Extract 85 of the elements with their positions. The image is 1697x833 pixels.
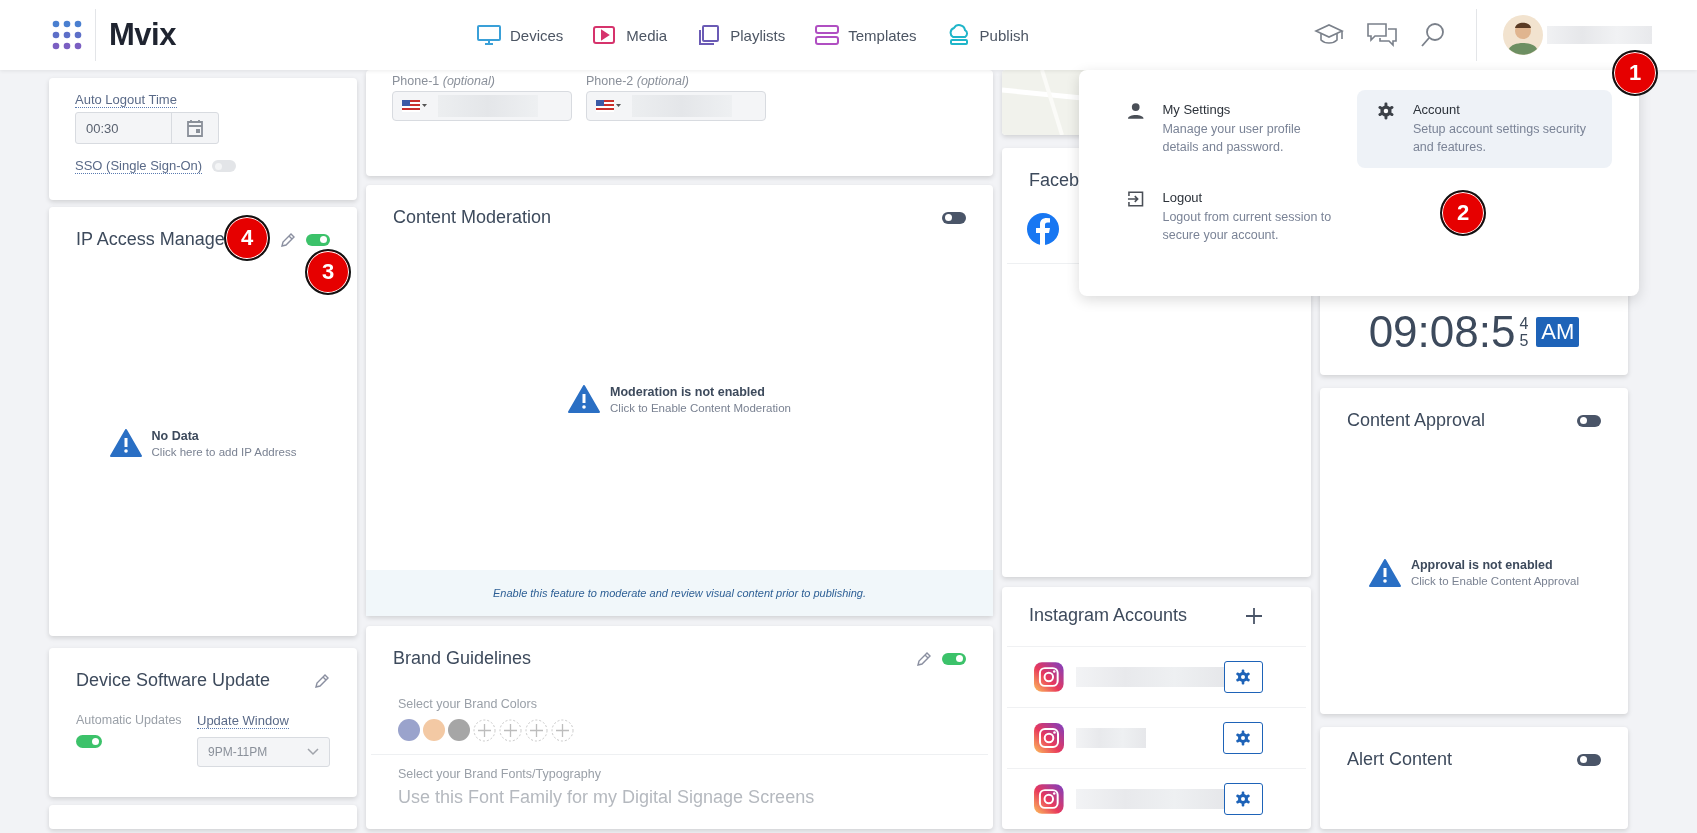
nav-link[interactable]: Playlists xyxy=(696,24,786,46)
field-label[interactable]: Update Window xyxy=(197,713,289,729)
pencil-icon[interactable] xyxy=(314,672,330,689)
card-title: Content Moderation xyxy=(393,207,552,228)
logout-icon xyxy=(1127,190,1145,208)
phone-field[interactable] xyxy=(586,91,766,121)
menu-item[interactable]: Account Setup account settings security and features. xyxy=(1357,90,1612,168)
toggle-switch[interactable] xyxy=(76,735,102,748)
add-color-icon[interactable] xyxy=(473,719,496,742)
person-icon xyxy=(1127,102,1145,120)
menu-item[interactable]: Logout Logout from current session to secure your account. xyxy=(1107,178,1357,256)
setting-label: Automatic Updates xyxy=(76,713,182,727)
card-title: Alert Content xyxy=(1347,749,1453,770)
search-icon[interactable] xyxy=(1420,22,1446,48)
rolling-digit: 5 xyxy=(1519,332,1529,349)
toggle-switch[interactable] xyxy=(1577,753,1601,766)
instagram-icon xyxy=(1034,784,1064,814)
info-banner: Enable this feature to moderate and review visual content prior to publishing. xyxy=(366,570,993,616)
card-title: Instagram Accounts xyxy=(1029,605,1188,626)
pencil-icon[interactable] xyxy=(916,650,932,667)
card-title: Device Software Update xyxy=(76,670,271,691)
flag-icon[interactable] xyxy=(596,100,622,112)
graduation-cap-icon[interactable] xyxy=(1314,23,1344,47)
apps-grid-icon[interactable] xyxy=(52,20,82,50)
instagram-icon xyxy=(1034,723,1064,753)
section-label: Select your Brand Fonts/Typography xyxy=(398,767,602,781)
chat-icon[interactable] xyxy=(1366,22,1398,48)
pencil-icon[interactable] xyxy=(280,231,296,248)
toggle-switch[interactable] xyxy=(942,652,966,665)
field-label: Phone-1 (optional) xyxy=(392,74,496,88)
menu-item[interactable]: My Settings Manage your user profile details and password. xyxy=(1107,90,1357,168)
warning-icon xyxy=(109,429,142,457)
warning-icon xyxy=(568,385,601,413)
period-badge: AM xyxy=(1536,317,1580,347)
card-title: Brand Guidelines xyxy=(393,648,532,669)
logo[interactable]: Mvix xyxy=(109,17,176,53)
avatar[interactable] xyxy=(1503,15,1543,55)
card-title: IP Access Manage xyxy=(76,229,225,250)
settings-icon xyxy=(1235,669,1252,685)
setting-label[interactable]: SSO (Single Sign-On) xyxy=(75,158,203,174)
field-label[interactable]: Auto Logout Time xyxy=(75,92,177,108)
layers-icon xyxy=(814,24,841,46)
font-family-field[interactable]: Use this Font Family for my Digital Signage Screens xyxy=(398,787,938,808)
nav-link[interactable]: Devices xyxy=(476,24,564,46)
facebook-icon xyxy=(1027,213,1059,245)
section-label: Select your Brand Colors xyxy=(398,697,538,711)
card-title: Content Approval xyxy=(1347,410,1486,431)
toggle-switch[interactable] xyxy=(942,211,966,224)
settings-button[interactable] xyxy=(1223,661,1263,693)
toggle-switch[interactable] xyxy=(306,233,330,246)
warning-icon xyxy=(1368,558,1401,587)
monitor-icon xyxy=(476,24,502,46)
time-field[interactable]: 00:30 xyxy=(75,112,219,144)
empty-title: Moderation is not enabled xyxy=(610,384,766,399)
phone-field[interactable] xyxy=(392,91,572,121)
empty-hint[interactable]: Click here to add IP Address xyxy=(151,445,297,458)
empty-title: Approval is not enabled xyxy=(1410,558,1554,572)
clock-time: 09:08:5 xyxy=(1368,307,1516,357)
settings-button[interactable] xyxy=(1223,722,1263,754)
add-icon[interactable] xyxy=(1245,606,1263,625)
blurred-name xyxy=(1076,728,1146,748)
field-label: Phone-2 (optional) xyxy=(586,74,690,88)
nav-link[interactable]: Templates xyxy=(814,24,917,46)
rolling-digit: 4 xyxy=(1519,315,1529,332)
empty-hint[interactable]: Click to Enable Content Moderation xyxy=(610,401,791,414)
empty-hint[interactable]: Click to Enable Content Approval xyxy=(1410,575,1580,587)
color-swatch[interactable] xyxy=(423,719,445,741)
add-color-icon[interactable] xyxy=(551,719,574,742)
empty-title: No Data xyxy=(151,428,200,443)
settings-icon xyxy=(1377,102,1395,120)
calendar-icon xyxy=(187,119,203,137)
add-color-icon[interactable] xyxy=(499,719,522,742)
color-swatch[interactable] xyxy=(398,719,420,741)
settings-icon xyxy=(1235,730,1251,746)
flag-icon[interactable] xyxy=(402,100,428,112)
add-color-icon[interactable] xyxy=(525,719,548,742)
chevron-down-icon xyxy=(307,748,319,756)
settings-button[interactable] xyxy=(1223,783,1263,815)
toggle-switch[interactable] xyxy=(1577,414,1601,427)
nav-link[interactable]: Media xyxy=(592,24,668,46)
card-title: Faceb xyxy=(1029,170,1080,191)
color-swatch[interactable] xyxy=(448,719,470,741)
instagram-icon xyxy=(1034,662,1064,692)
nav-link[interactable]: Publish xyxy=(945,24,1029,46)
settings-icon xyxy=(1235,791,1252,807)
